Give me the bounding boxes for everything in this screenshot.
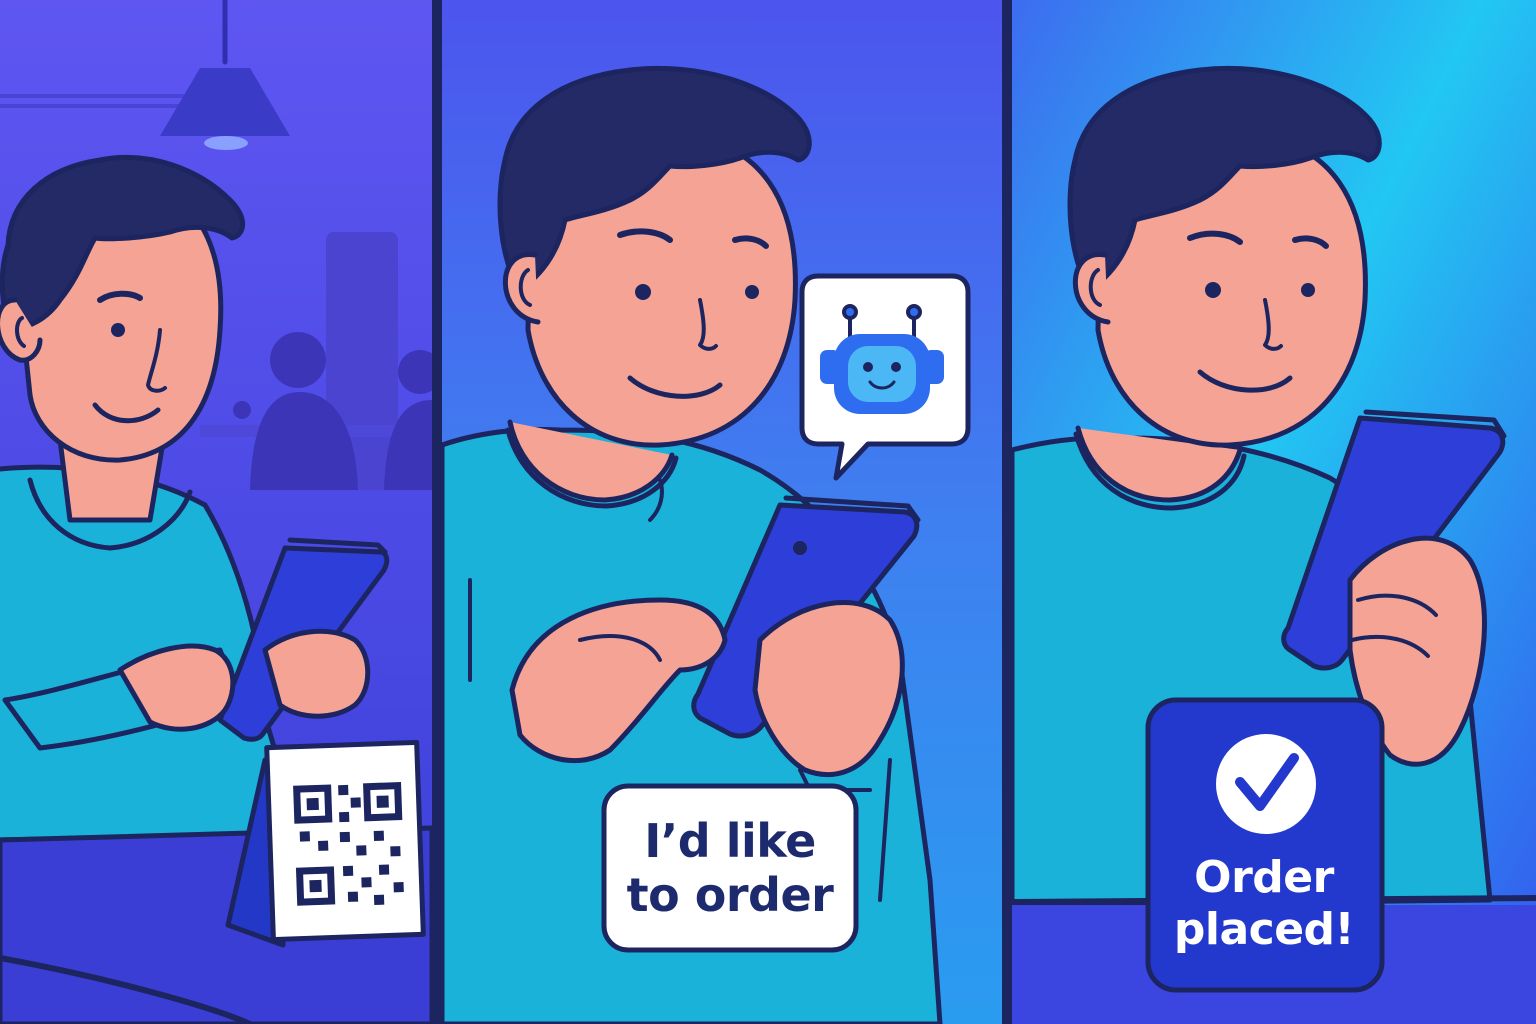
order-request-text: I’d like to order [626, 813, 834, 922]
order-placed-text: Order placed! [1173, 852, 1355, 955]
comic-strip: I’d like to order Order placed! [0, 0, 1536, 1024]
panel-scan-qr [0, 0, 432, 1024]
